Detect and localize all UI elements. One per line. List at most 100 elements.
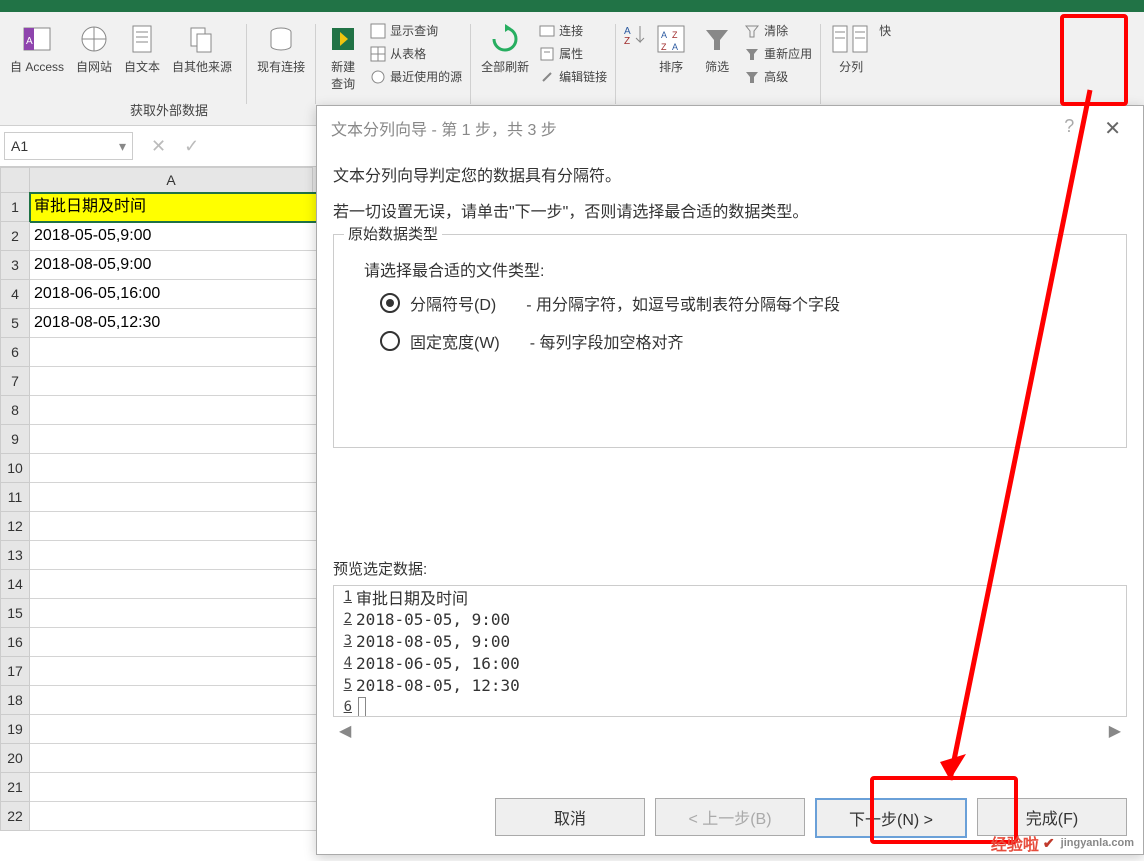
cell[interactable]: 2018-05-05,9:00 [30, 222, 321, 251]
clear-filter-button[interactable]: 清除 [744, 22, 812, 39]
svg-text:Z: Z [624, 36, 630, 46]
advanced-filter-button[interactable]: 高级 [744, 68, 812, 85]
dialog-text: 文本分列向导判定您的数据具有分隔符。 [333, 162, 1127, 186]
refresh-all-button[interactable]: 全部刷新 [475, 20, 535, 77]
text-to-columns-button[interactable]: 分列 [825, 20, 877, 77]
original-data-type-fieldset: 原始数据类型 请选择最合适的文件类型: 分隔符号(D) - 用分隔字符，如逗号或… [333, 234, 1127, 448]
cell[interactable] [30, 541, 321, 570]
menu-bar [0, 0, 1144, 12]
text-to-columns-wizard-dialog: 文本分列向导 - 第 1 步，共 3 步 ? ✕ 文本分列向导判定您的数据具有分… [316, 105, 1144, 855]
row-header[interactable]: 18 [0, 686, 30, 715]
name-box[interactable]: A1 ▾ [4, 132, 133, 160]
from-other-button[interactable]: 自其他来源 [166, 20, 238, 77]
cell[interactable] [30, 512, 321, 541]
svg-text:A: A [661, 30, 667, 40]
row-header[interactable]: 20 [0, 744, 30, 773]
fixed-width-desc: - 每列字段加空格对齐 [530, 329, 684, 353]
chevron-down-icon: ▾ [119, 138, 126, 155]
scroll-right-icon[interactable]: ▶ [1109, 721, 1121, 741]
dialog-title: 文本分列向导 - 第 1 步，共 3 步 [331, 116, 557, 140]
from-table-button[interactable]: 从表格 [370, 45, 462, 62]
delimited-label: 分隔符号(D) [410, 291, 496, 315]
cell[interactable] [30, 454, 321, 483]
row-header[interactable]: 22 [0, 802, 30, 831]
cell[interactable] [30, 628, 321, 657]
existing-connections-button[interactable]: 现有连接 [251, 20, 311, 77]
from-text-button[interactable]: 自文本 [118, 20, 166, 77]
delimited-radio[interactable] [380, 293, 400, 313]
from-access-button[interactable]: A 自 Access [4, 20, 70, 77]
dialog-text: 若一切设置无误，请单击"下一步"，否则请选择最合适的数据类型。 [333, 198, 1127, 222]
fixed-width-radio[interactable] [380, 331, 400, 351]
row-header[interactable]: 17 [0, 657, 30, 686]
cell[interactable] [30, 396, 321, 425]
cell[interactable]: 2018-08-05,12:30 [30, 309, 321, 338]
cell[interactable] [30, 744, 321, 773]
select-all-corner[interactable] [0, 167, 30, 193]
confirm-icon[interactable]: ✓ [184, 136, 199, 157]
cell[interactable] [30, 367, 321, 396]
preview-label: 预览选定数据: [333, 558, 1127, 579]
choose-type-label: 请选择最合适的文件类型: [364, 257, 1108, 281]
cell[interactable] [30, 773, 321, 802]
properties-button[interactable]: 属性 [539, 45, 607, 62]
cancel-icon[interactable]: ✕ [151, 136, 166, 157]
edit-links-button[interactable]: 编辑链接 [539, 68, 607, 85]
cell[interactable] [30, 338, 321, 367]
row-header[interactable]: 5 [0, 309, 30, 338]
row-header[interactable]: 12 [0, 512, 30, 541]
show-query-button[interactable]: 显示查询 [370, 22, 462, 39]
row-header[interactable]: 8 [0, 396, 30, 425]
cell[interactable] [30, 686, 321, 715]
from-web-button[interactable]: 自网站 [70, 20, 118, 77]
fieldset-legend: 原始数据类型 [344, 223, 442, 244]
svg-text:A: A [672, 42, 678, 52]
watermark: 经验啦 ✔ jingyanla.com [991, 831, 1134, 855]
row-header[interactable]: 2 [0, 222, 30, 251]
svg-text:A: A [26, 36, 33, 47]
help-icon[interactable]: ? [1054, 112, 1084, 145]
reapply-button[interactable]: 重新应用 [744, 45, 812, 62]
fixed-width-label: 固定宽度(W) [410, 329, 500, 353]
svg-text:Z: Z [661, 42, 667, 52]
row-header[interactable]: 21 [0, 773, 30, 802]
row-header[interactable]: 16 [0, 628, 30, 657]
next-button[interactable]: 下一步(N) > [815, 798, 967, 838]
row-header[interactable]: 14 [0, 570, 30, 599]
ribbon-group-label: 获取外部数据 [130, 100, 208, 119]
scroll-left-icon[interactable]: ◀ [339, 721, 351, 741]
new-query-button[interactable]: 新建 查询 [320, 20, 366, 94]
fast-fill-button[interactable]: 快 [877, 20, 897, 41]
back-button: < 上一步(B) [655, 798, 805, 836]
cell[interactable] [30, 483, 321, 512]
row-header[interactable]: 9 [0, 425, 30, 454]
close-icon[interactable]: ✕ [1094, 112, 1131, 145]
row-header[interactable]: 1 [0, 193, 30, 222]
recent-sources-button[interactable]: 最近使用的源 [370, 68, 462, 85]
sort-button[interactable]: AZZA 排序 [648, 20, 694, 77]
row-header[interactable]: 13 [0, 541, 30, 570]
cell[interactable]: 2018-08-05,9:00 [30, 251, 321, 280]
connections-button[interactable]: 连接 [539, 22, 607, 39]
cell[interactable] [30, 425, 321, 454]
cell[interactable] [30, 802, 321, 831]
row-header[interactable]: 10 [0, 454, 30, 483]
sort-az-button[interactable]: AZ [620, 20, 648, 77]
delimited-desc: - 用分隔字符，如逗号或制表符分隔每个字段 [526, 291, 840, 315]
cell[interactable] [30, 599, 321, 628]
cell[interactable] [30, 715, 321, 744]
filter-button[interactable]: 筛选 [694, 20, 740, 77]
cell[interactable]: 2018-06-05,16:00 [30, 280, 321, 309]
cell[interactable]: 审批日期及时间 [30, 193, 321, 222]
row-header[interactable]: 4 [0, 280, 30, 309]
row-header[interactable]: 19 [0, 715, 30, 744]
row-header[interactable]: 6 [0, 338, 30, 367]
cell[interactable] [30, 570, 321, 599]
row-header[interactable]: 15 [0, 599, 30, 628]
cell[interactable] [30, 657, 321, 686]
row-header[interactable]: 7 [0, 367, 30, 396]
cancel-button[interactable]: 取消 [495, 798, 645, 836]
col-header-A[interactable]: A [30, 167, 313, 193]
row-header[interactable]: 3 [0, 251, 30, 280]
row-header[interactable]: 11 [0, 483, 30, 512]
